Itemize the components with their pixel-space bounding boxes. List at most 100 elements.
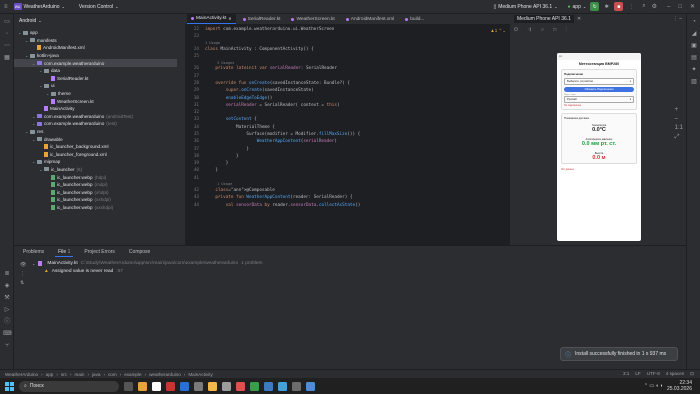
app-icon[interactable] xyxy=(236,381,245,391)
line-separator[interactable]: LF xyxy=(635,371,640,377)
indent-setting[interactable]: 4 spaces xyxy=(666,371,684,377)
telegram-icon[interactable] xyxy=(180,381,189,391)
code-line[interactable]: 22 import com.example.weatherarduino.ui.W… xyxy=(185,26,510,33)
breadcrumb-item[interactable]: weatherarduino xyxy=(149,372,181,377)
windows-start-icon[interactable] xyxy=(5,381,14,391)
project-view-selector[interactable]: Android ⌄ xyxy=(14,14,177,27)
code-line[interactable]: 24 class MainActivity : ComponentActivity… xyxy=(185,46,510,53)
rerun-button[interactable]: ↻ xyxy=(590,2,600,11)
close-button[interactable]: ✕ xyxy=(690,3,695,10)
editor-tab[interactable]: MainActivity.kt ✕ xyxy=(187,14,236,24)
code-line[interactable]: 39 } xyxy=(185,160,510,167)
code-line[interactable]: 32 xyxy=(185,109,510,116)
file-encoding[interactable]: UTF-8 xyxy=(647,371,660,377)
tree-item[interactable]: ⌄ com.example.weatherarduino xyxy=(14,59,177,67)
code-line[interactable]: 35 Surface(modifier = Modifier.fillMaxSi… xyxy=(185,131,510,138)
install-notification[interactable]: ⓘ Install successfully finished in 1 s 9… xyxy=(560,347,678,361)
stop-button[interactable]: ■ xyxy=(614,2,624,11)
tree-item[interactable]: ic_launcher.webp (xhdpi) xyxy=(14,188,177,196)
code-line[interactable]: 30 enableEdgeToEdge() xyxy=(185,94,510,101)
code-line[interactable]: 42 class="ann">@Composable xyxy=(185,187,510,194)
main-menu-icon[interactable]: ≡ xyxy=(4,4,8,10)
bottom-tab[interactable]: Problems xyxy=(20,248,47,256)
lock-icon[interactable]: ⊡ xyxy=(690,371,694,377)
folder-icon[interactable]: ▭ xyxy=(3,18,11,26)
tree-item[interactable]: ⌄ drawable xyxy=(14,135,177,143)
tree-item[interactable]: ⌄ ic_launcher (6) xyxy=(14,166,177,174)
breadcrumb-item[interactable]: MainActivity xyxy=(188,372,213,377)
gemini-icon[interactable]: ✦ xyxy=(690,66,698,74)
store-icon[interactable] xyxy=(152,381,161,391)
code-line[interactable]: 44 val sensorData by reader.sensorData.c… xyxy=(185,202,510,209)
code-line[interactable]: 36 WeatherAppContent(serialReader) xyxy=(185,138,510,145)
editor-tab[interactable]: AndroidManifest.xml xyxy=(342,14,398,24)
run-config-selector[interactable]: ● app ⌄ xyxy=(568,4,587,10)
bottom-tab[interactable]: File 1 xyxy=(55,248,74,257)
tree-item[interactable]: MainActivity xyxy=(14,105,177,113)
file-explorer-icon[interactable] xyxy=(138,381,147,391)
tree-item[interactable]: ⌄ app xyxy=(14,29,177,37)
panel-divider[interactable] xyxy=(177,14,185,245)
tree-item[interactable]: ⌄ ui xyxy=(14,82,177,90)
structure-icon[interactable]: ⋯ xyxy=(3,42,11,50)
problem-row[interactable]: ▲ Assigned value is never read :57 xyxy=(44,269,123,274)
code-line[interactable]: 43 private fun WeatherAppContent(reader:… xyxy=(185,194,510,201)
tree-item[interactable]: ic_launcher.webp (xxhdpi) xyxy=(14,196,177,204)
tray-icons[interactable]: ⌃ ▭ ◖ ◗ xyxy=(644,383,663,389)
tree-item[interactable]: SerialReader.kt xyxy=(14,75,177,83)
app-icon[interactable] xyxy=(292,381,301,391)
bottom-tab[interactable]: Compose xyxy=(126,248,153,256)
tree-item[interactable]: ic_launcher_background.xml xyxy=(14,143,177,151)
problems-toolbar[interactable]: 👁 ⋮ ⇅ xyxy=(20,261,26,288)
app-icon[interactable] xyxy=(306,381,315,391)
emulator-tab[interactable]: Medium Phone API 36.1 xyxy=(514,15,574,23)
more-icon[interactable]: ⋮ xyxy=(629,4,634,10)
tree-item[interactable]: ⌄ theme xyxy=(14,90,177,98)
tree-item[interactable]: AndroidManifest.xml xyxy=(14,44,177,52)
breadcrumb-item[interactable]: java xyxy=(92,372,100,377)
phone-screen[interactable]: ▪▪▪ Метеостанция BMP280 Подключение Выбе… xyxy=(557,53,641,241)
tree-item[interactable]: ⌄ mipmap xyxy=(14,158,177,166)
panel-options-icon[interactable]: ⋮ – xyxy=(673,16,682,22)
app-quality-icon[interactable]: ◈ xyxy=(3,282,11,290)
breadcrumb-item[interactable]: example xyxy=(124,372,141,377)
tree-item[interactable]: ⌄ res xyxy=(14,128,177,136)
minimize-button[interactable]: – xyxy=(667,4,670,10)
editor-tab[interactable]: SerialReader.kt xyxy=(239,14,285,24)
code-line[interactable]: 41 xyxy=(185,175,510,182)
cursor-position[interactable]: 3:1 xyxy=(623,371,629,377)
editor-tab[interactable]: WeatherScreen.kt xyxy=(287,14,338,24)
problems-icon[interactable]: ⓘ xyxy=(3,318,11,326)
warning-indicator[interactable]: ▲1 ⌃⌄ xyxy=(490,28,506,34)
code-line[interactable]: 27 xyxy=(185,72,510,79)
project-selector[interactable]: WA WeatherArduino ⌄ xyxy=(13,3,65,10)
code-editor[interactable]: MainActivity.kt ✕ SerialReader.kt WeatherSc… xyxy=(185,14,510,245)
logcat-icon[interactable]: ≣ xyxy=(3,270,11,278)
editor-tab[interactable]: build... xyxy=(401,14,428,24)
problem-file-row[interactable]: ⌄ MainActivity.kt C:\Study\WeatherArduin… xyxy=(32,261,263,266)
notifications-icon[interactable]: ◔ xyxy=(690,18,698,26)
language-dropdown[interactable]: Русский ▾ xyxy=(564,96,634,103)
tree-item[interactable]: ⌄ manifests xyxy=(14,37,177,45)
breadcrumb-item[interactable]: WeatherArduino xyxy=(5,372,38,377)
settings-icon[interactable]: ⚙ xyxy=(652,3,657,10)
emulator-toolbar[interactable]: ⏻ ◁ ○ □ ⋮ xyxy=(514,27,571,33)
terminal-icon[interactable]: ⌨ xyxy=(3,330,12,338)
run-icon[interactable]: ▷ xyxy=(3,306,11,314)
app-icon[interactable] xyxy=(278,381,287,391)
breadcrumb-item[interactable]: main xyxy=(75,372,85,377)
code-line[interactable]: 34 MaterialTheme { xyxy=(185,124,510,131)
code-line[interactable]: 33 setContent { xyxy=(185,116,510,123)
refresh-button[interactable]: Обновить Подключения xyxy=(564,87,634,92)
zoom-controls[interactable]: + –1:1 ⤢ xyxy=(675,106,683,142)
maximize-button[interactable]: □ xyxy=(678,4,682,10)
device-selector[interactable]: ▯ Medium Phone API 36.1 ⌄ xyxy=(493,4,557,10)
search-icon[interactable]: ⌕ xyxy=(642,3,645,10)
commit-icon[interactable]: ◦ xyxy=(3,30,11,38)
files-icon[interactable] xyxy=(208,381,217,391)
bottom-tab[interactable]: Project Errors xyxy=(81,248,118,256)
breadcrumb-item[interactable]: app xyxy=(46,372,54,377)
code-line[interactable]: 40 } xyxy=(185,167,510,174)
vcs-menu[interactable]: Version Control ⌄ xyxy=(79,4,119,10)
git-icon[interactable]: ⑂ xyxy=(3,342,11,350)
